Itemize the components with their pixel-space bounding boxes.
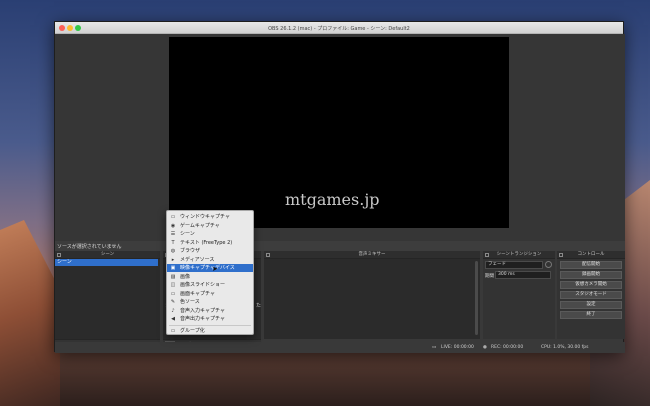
image-icon: ▨: [170, 273, 176, 280]
menu-item[interactable]: ◍ ブラウザ: [167, 247, 253, 255]
preview-canvas[interactable]: mtgames.jp: [169, 37, 509, 228]
duration-label: 期間: [485, 274, 494, 279]
menu-item[interactable]: ✎ 色ソース: [167, 298, 253, 306]
menu-item[interactable]: ☰ シーン: [167, 230, 253, 238]
mixer-dock-header: 音声ミキサー: [264, 251, 480, 259]
menu-item[interactable]: ▨ 画像: [167, 273, 253, 281]
menu-item-label: ブラウザ: [180, 248, 201, 254]
menu-item-group[interactable]: ▭ グループ化: [167, 327, 253, 335]
transition-settings-gear-icon[interactable]: [545, 261, 552, 268]
settings-button[interactable]: 設定: [560, 301, 622, 309]
menu-item-label: 音声入力キャプチャ: [180, 307, 225, 314]
menu-item-label: 音声出力キャプチャ: [180, 316, 225, 322]
menu-item-label: 画像: [180, 273, 191, 280]
gamepad-icon: ◉: [170, 222, 176, 229]
camera-icon: ▣: [170, 265, 176, 271]
scene-item[interactable]: シーン: [55, 259, 158, 266]
start-virtual-camera-button[interactable]: 仮想カメラ開始: [560, 281, 622, 289]
desktop-dune-left: [0, 220, 60, 406]
menu-item-label: グループ化: [180, 328, 205, 334]
rec-dot-icon: ●: [483, 345, 487, 350]
live-status-icon: ▭: [432, 345, 437, 350]
exit-button[interactable]: 終了: [560, 311, 622, 319]
brush-icon: ✎: [170, 299, 176, 305]
mouse-cursor-icon: ➤: [212, 265, 218, 273]
start-recording-button[interactable]: 録画開始: [560, 271, 622, 279]
title-bar[interactable]: OBS 26.1.2 (mac) - プロファイル: Game - シーン: D…: [55, 22, 623, 34]
duration-value: 300 ms: [498, 272, 515, 277]
cpu-fps: CPU: 1.0%, 30.00 fps: [541, 345, 589, 350]
monitor-icon: ▭: [170, 290, 176, 297]
list-icon: ☰: [170, 231, 176, 237]
menu-item-label: メディアソース: [180, 256, 215, 263]
dock-float-icon[interactable]: [57, 253, 61, 257]
menu-item-label: 画面キャプチャ: [180, 290, 215, 297]
add-source-menu: ▭ ウィンドウキャプチャ ◉ ゲームキャプチャ ☰ シーン T テキスト (FreeType …: [166, 210, 254, 335]
folder-icon: ▭: [170, 328, 176, 334]
menu-item-label: ゲームキャプチャ: [180, 222, 220, 229]
dock-float-icon[interactable]: [559, 253, 563, 257]
menu-item-label: シーン: [180, 231, 195, 237]
obs-window: OBS 26.1.2 (mac) - プロファイル: Game - シーン: D…: [54, 21, 625, 353]
scenes-dock-header: シーン: [55, 251, 160, 259]
globe-icon: ◍: [170, 248, 176, 254]
menu-item[interactable]: ▸ メディアソース: [167, 256, 253, 264]
no-source-selected-label: ソースが選択されていません: [55, 241, 625, 251]
slideshow-icon: ◫: [170, 282, 176, 288]
controls-dock-title: コントロール: [577, 252, 605, 257]
dock-float-icon[interactable]: [266, 253, 270, 257]
menu-item[interactable]: ◉ ゲームキャプチャ: [167, 222, 253, 230]
scenes-dock-title: シーン: [100, 252, 115, 257]
menu-item[interactable]: T テキスト (FreeType 2): [167, 239, 253, 247]
dock-float-icon[interactable]: [485, 253, 489, 257]
menu-item-label: ウィンドウキャプチャ: [180, 214, 230, 220]
menu-item-label: テキスト (FreeType 2): [180, 239, 233, 246]
rec-time: REC: 00:00:00: [491, 345, 524, 350]
menu-item[interactable]: ♪ 音声入力キャプチャ: [167, 307, 253, 315]
play-icon: ▸: [171, 256, 175, 263]
mixer-dock-title: 音声ミキサー: [358, 252, 386, 257]
menu-item-label: 色ソース: [180, 299, 200, 305]
scene-transitions-panel: フェード 期間 300 ms: [483, 259, 555, 339]
menu-item[interactable]: ◫ 画像スライドショー: [167, 281, 253, 289]
start-streaming-button[interactable]: 配信開始: [560, 261, 622, 269]
duration-spinbox[interactable]: 300 ms: [495, 271, 551, 279]
mic-icon: ♪: [171, 307, 175, 314]
menu-item[interactable]: ▣ 映像キャプチャデバイス: [167, 264, 253, 272]
window-title: OBS 26.1.2 (mac) - プロファイル: Game - シーン: D…: [268, 26, 410, 32]
menu-separator: [169, 325, 251, 326]
transitions-dock-header: シーントランジション: [483, 251, 555, 259]
controls-panel: 配信開始 録画開始 仮想カメラ開始 スタジオモード 設定 終了: [557, 259, 625, 339]
sources-hint-fragment-right: た: [256, 303, 262, 309]
studio-mode-button[interactable]: スタジオモード: [560, 291, 622, 299]
audio-mixer-panel[interactable]: [264, 259, 480, 339]
menu-item-label: 画像スライドショー: [180, 282, 226, 288]
menu-item[interactable]: ▭ ウィンドウキャプチャ: [167, 213, 253, 221]
preview-area[interactable]: mtgames.jp: [55, 34, 625, 241]
mixer-scrollbar[interactable]: [475, 261, 478, 335]
text-icon: T: [171, 239, 175, 246]
window-icon: ▭: [170, 214, 176, 220]
preview-watermark: mtgames.jp: [285, 190, 380, 209]
menu-item[interactable]: ▭ 画面キャプチャ: [167, 290, 253, 298]
transitions-dock-title: シーントランジション: [496, 252, 542, 257]
status-bar: ▭ LIVE: 00:00:00 ● REC: 00:00:00 CPU: 1.…: [55, 342, 625, 353]
speaker-icon: ◀: [171, 316, 175, 322]
transition-type-value: フェード: [488, 262, 506, 267]
scenes-list[interactable]: シーン: [55, 259, 160, 339]
controls-dock-header: コントロール: [557, 251, 625, 259]
menu-item[interactable]: ◀ 音声出力キャプチャ: [167, 315, 253, 323]
menu-item-label: 映像キャプチャデバイス: [180, 265, 235, 271]
live-time: LIVE: 00:00:00: [441, 345, 474, 350]
transition-type-select[interactable]: フェード: [485, 261, 543, 269]
